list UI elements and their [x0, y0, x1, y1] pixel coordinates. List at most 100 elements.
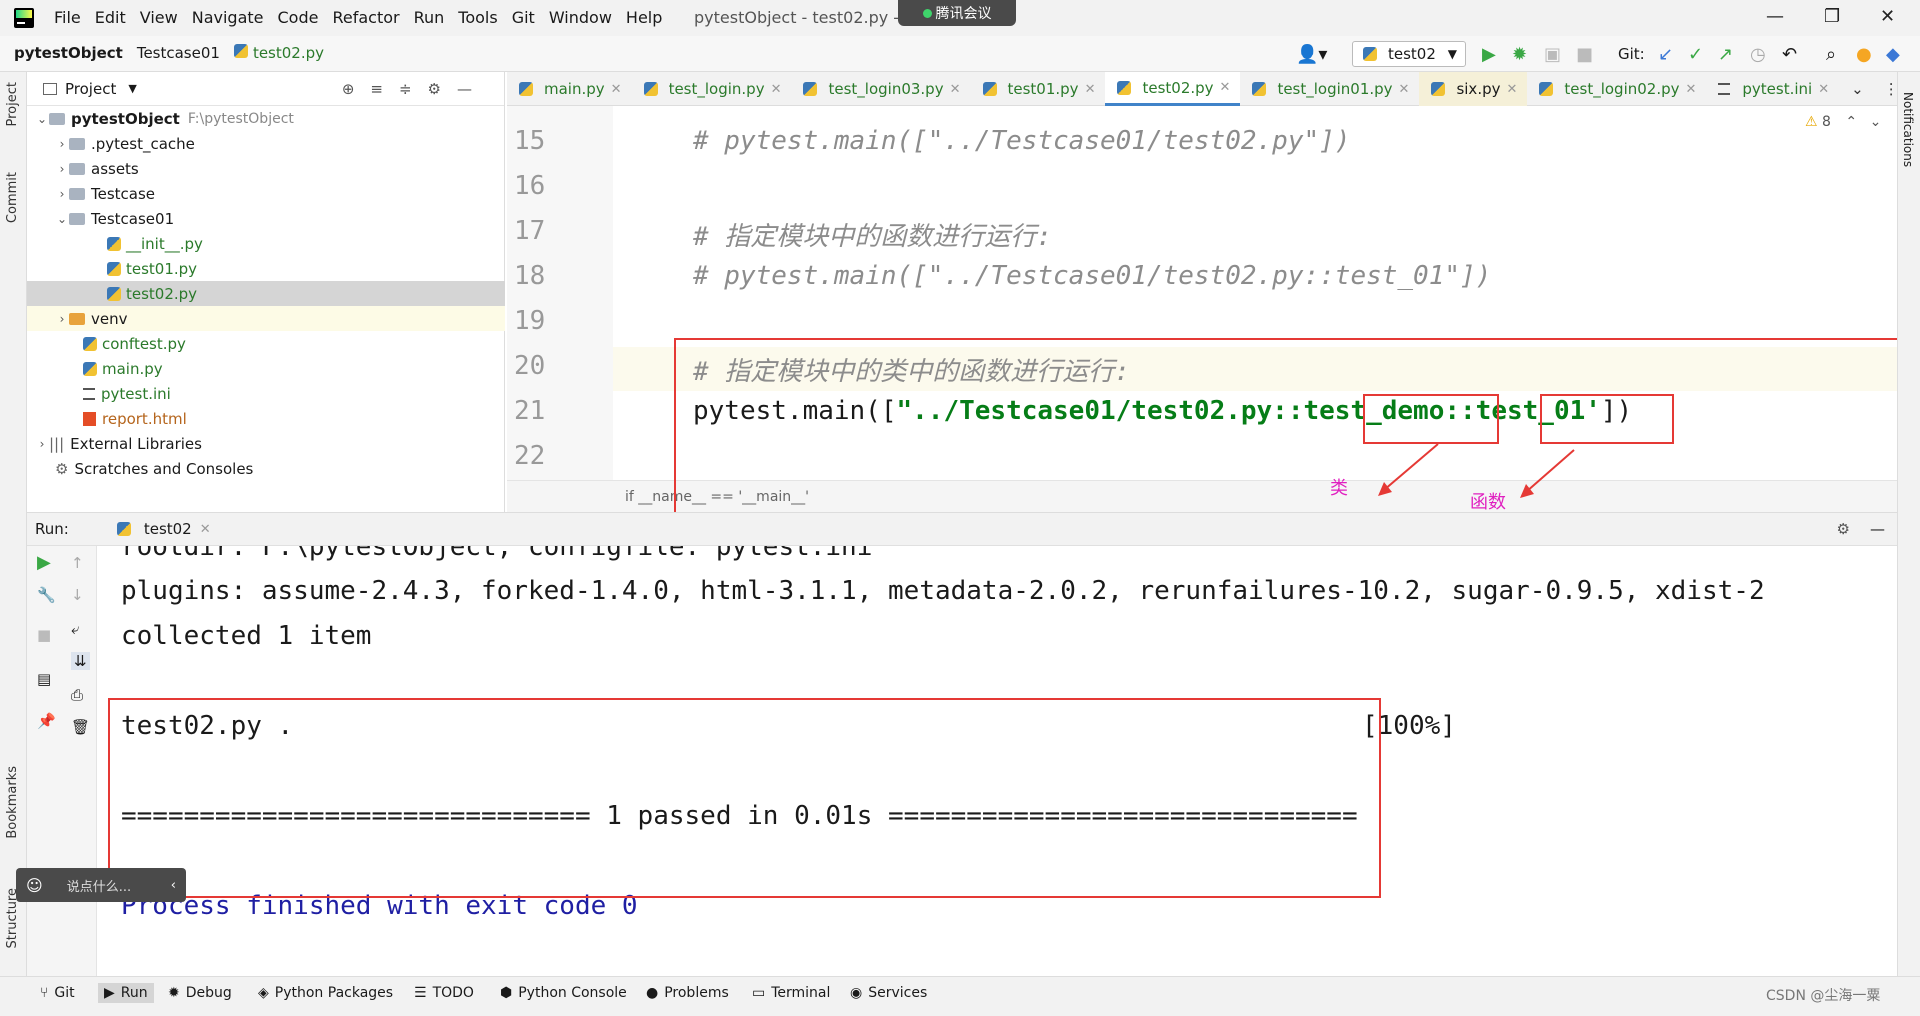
user-icon[interactable]: 👤▾ [1296, 44, 1327, 65]
run-config-select[interactable]: test02 ▼ [1352, 41, 1466, 67]
wrench-icon[interactable]: 🔧 [37, 586, 56, 604]
tab-main-py[interactable]: main.py ✕ [507, 72, 632, 106]
run-tab[interactable]: test02 [144, 520, 192, 538]
crumb-project[interactable]: pytestObject [14, 44, 123, 62]
stop-icon[interactable]: ■ [1576, 44, 1593, 65]
crumb-folder[interactable]: Testcase01 [137, 44, 220, 62]
commit-tool-tab[interactable]: Commit [5, 172, 20, 223]
menu-navigate[interactable]: Navigate [192, 8, 264, 27]
gear-icon[interactable]: ⚙ [1837, 520, 1850, 538]
menu-refactor[interactable]: Refactor [332, 8, 399, 27]
tree-row[interactable]: report.html [27, 406, 505, 431]
crumb-file[interactable]: test02.py [233, 44, 324, 62]
tab-test-login03[interactable]: test_login03.py ✕ [791, 72, 970, 106]
menu-run[interactable]: Run [414, 8, 445, 27]
tool-terminal[interactable]: ▭ Terminal [752, 985, 830, 1001]
close-icon[interactable]: ✕ [200, 522, 211, 537]
project-tool-tab[interactable]: Project [5, 82, 20, 126]
close-icon[interactable]: ✕ [1085, 82, 1096, 97]
close-icon[interactable]: ✕ [611, 82, 622, 97]
coverage-icon[interactable]: ▣ [1544, 44, 1561, 65]
notifications-tool-tab[interactable]: Notifications [1901, 92, 1915, 167]
project-panel-title[interactable]: Project [65, 80, 116, 98]
tab-six[interactable]: six.py ✕ [1419, 72, 1528, 106]
tool-run[interactable]: ▶ Run [98, 983, 154, 1003]
close-icon[interactable]: ✕ [1880, 6, 1895, 27]
tree-row[interactable]: __init__.py [27, 231, 505, 256]
menu-code[interactable]: Code [278, 8, 319, 27]
minimize-panel-icon[interactable]: — [1870, 520, 1885, 538]
tool-git[interactable]: ⑂ Git [40, 985, 75, 1001]
rollback-icon[interactable]: ↶ [1782, 44, 1797, 65]
tree-row[interactable]: pytest.ini [27, 381, 505, 406]
tree-row[interactable]: › venv [27, 306, 505, 331]
git-push-icon[interactable]: ↗ [1718, 44, 1733, 65]
tab-test-login02[interactable]: test_login02.py ✕ [1527, 72, 1706, 106]
git-commit-icon[interactable]: ✓ [1688, 44, 1703, 65]
menu-help[interactable]: Help [626, 8, 662, 27]
search-icon[interactable]: ⌕ [1826, 44, 1836, 65]
stop-icon[interactable]: ■ [37, 626, 51, 644]
tree-row-root[interactable]: ⌄ pytestObject F:\pytestObject [27, 106, 505, 131]
python-file-icon [83, 336, 97, 351]
close-icon[interactable]: ✕ [1818, 82, 1829, 97]
rerun-icon[interactable]: ▶ [37, 552, 51, 573]
soft-wrap-icon[interactable]: ⤶ [71, 620, 79, 638]
close-icon[interactable]: ✕ [1220, 80, 1231, 95]
tab-test-login01[interactable]: test_login01.py ✕ [1240, 72, 1419, 106]
plugin-icon[interactable]: ◆ [1886, 44, 1900, 65]
close-icon[interactable]: ✕ [1399, 82, 1410, 97]
close-icon[interactable]: ✕ [950, 82, 961, 97]
tree-row[interactable]: › .pytest_cache [27, 131, 505, 156]
close-icon[interactable]: ✕ [1506, 82, 1517, 97]
tree-row[interactable]: ⌄ Testcase01 [27, 206, 505, 231]
tab-test01[interactable]: test01.py ✕ [971, 72, 1106, 106]
chevron-left-icon[interactable]: ‹ [171, 878, 176, 893]
chevron-down-icon[interactable]: ▼ [128, 82, 136, 95]
menu-tools[interactable]: Tools [458, 8, 497, 27]
chat-input-overlay[interactable]: ☺ 说点什么... ‹ [16, 868, 186, 902]
menu-git[interactable]: Git [512, 8, 535, 27]
tree-row[interactable]: main.py [27, 356, 505, 381]
tree-row[interactable]: › assets [27, 156, 505, 181]
close-icon[interactable]: ✕ [771, 82, 782, 97]
menu-file[interactable]: File [54, 8, 81, 27]
trash-icon[interactable]: 🗑 [71, 718, 90, 736]
history-icon[interactable]: ◷ [1750, 44, 1766, 65]
tool-problems[interactable]: ● Problems [646, 985, 729, 1001]
tool-todo[interactable]: ☰ TODO [414, 985, 474, 1001]
tool-python-packages[interactable]: ◈ Python Packages [258, 985, 393, 1001]
pin-icon[interactable]: 📌 [37, 712, 56, 730]
meeting-banner[interactable]: 腾讯会议 [898, 0, 1016, 26]
git-update-icon[interactable]: ↙ [1658, 44, 1673, 65]
run-icon[interactable]: ▶ [1482, 44, 1496, 65]
tool-services[interactable]: ◉ Services [850, 985, 927, 1001]
warnings-indicator[interactable]: ⚠ 8 ⌃ ⌄ [1805, 114, 1881, 130]
tab-pytest-ini[interactable]: pytest.ini ✕ [1706, 72, 1839, 106]
maximize-icon[interactable]: ❐ [1824, 6, 1840, 27]
arrow-down-icon[interactable]: ↓ [71, 586, 84, 604]
debug-icon[interactable]: ✹ [1512, 44, 1527, 65]
minimize-icon[interactable]: — [1766, 6, 1784, 27]
menu-view[interactable]: View [140, 8, 178, 27]
tree-row[interactable]: ⚙ Scratches and Consoles [27, 456, 505, 481]
update-icon[interactable]: ● [1856, 44, 1872, 65]
bookmarks-tool-tab[interactable]: Bookmarks [5, 766, 20, 839]
arrow-up-icon[interactable]: ↑ [71, 554, 84, 572]
menu-window[interactable]: Window [549, 8, 612, 27]
tree-row-selected[interactable]: test02.py [27, 281, 505, 306]
tool-debug[interactable]: ✹ Debug [168, 985, 232, 1001]
tree-row[interactable]: › Testcase [27, 181, 505, 206]
tree-row[interactable]: conftest.py [27, 331, 505, 356]
close-icon[interactable]: ✕ [1686, 82, 1697, 97]
menu-edit[interactable]: Edit [95, 8, 126, 27]
layout-icon[interactable]: ▤ [37, 670, 51, 688]
tab-test-login[interactable]: test_login.py ✕ [632, 72, 792, 106]
panel-actions[interactable]: ⊕≡≑⚙— [342, 80, 488, 98]
tree-row[interactable]: › ||| External Libraries [27, 431, 505, 456]
print-icon[interactable]: ⎙ [71, 686, 83, 704]
tab-test02[interactable]: test02.py ✕ [1105, 72, 1241, 106]
tool-python-console[interactable]: ⬢ Python Console [500, 985, 627, 1001]
tree-row[interactable]: test01.py [27, 256, 505, 281]
scroll-to-end-icon[interactable]: ⇊ [71, 652, 90, 670]
